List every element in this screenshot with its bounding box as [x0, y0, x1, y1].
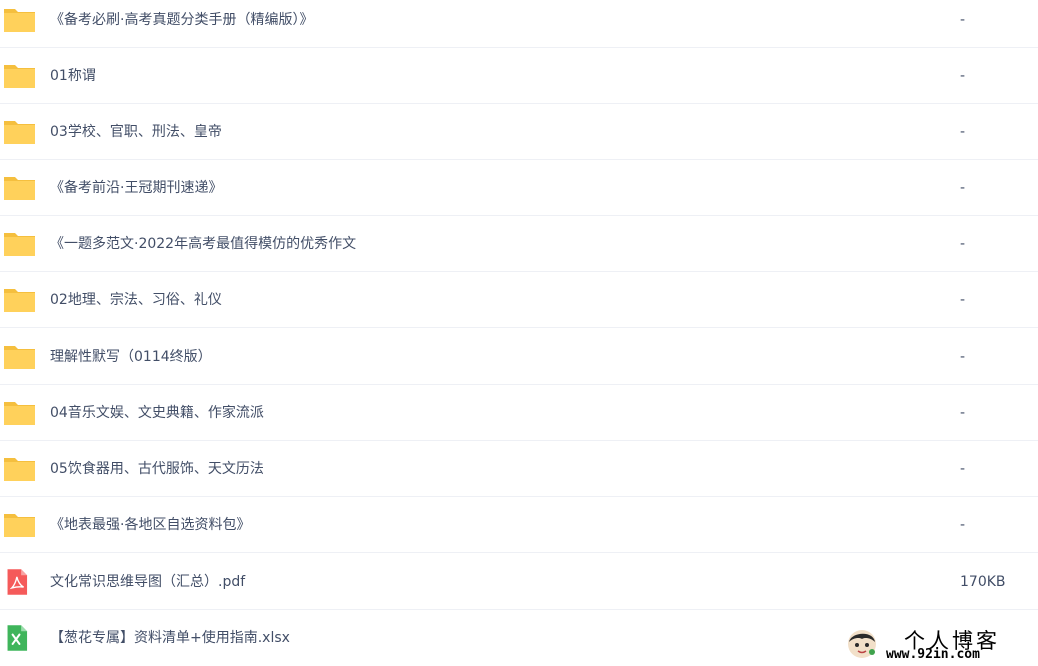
file-name[interactable]: 02地理、宗法、习俗、礼仪 — [50, 272, 222, 328]
folder-icon — [4, 346, 35, 369]
file-size: - — [960, 517, 966, 533]
folder-icon — [4, 121, 35, 144]
file-row[interactable]: 02地理、宗法、习俗、礼仪 - — [0, 272, 1038, 328]
file-size: - — [960, 292, 966, 308]
file-size: - — [960, 68, 966, 84]
file-name[interactable]: 《备考必刷·高考真题分类手册（精编版）》 — [50, 0, 313, 48]
folder-icon — [4, 514, 35, 537]
file-name[interactable]: 【葱花专属】资料清单+使用指南.xlsx — [50, 610, 290, 666]
avatar-icon — [848, 630, 876, 658]
file-size: - — [960, 180, 966, 196]
file-name[interactable]: 《地表最强·各地区自选资料包》 — [50, 497, 250, 553]
file-size: - — [960, 124, 966, 140]
file-name[interactable]: 03学校、官职、刑法、皇帝 — [50, 104, 222, 160]
file-size: - — [960, 349, 966, 365]
file-row[interactable]: 03学校、官职、刑法、皇帝 - — [0, 104, 1038, 160]
file-name[interactable]: 理解性默写（0114终版） — [50, 329, 212, 385]
excel-icon — [7, 625, 28, 651]
file-size: - — [960, 12, 966, 28]
file-size: - — [960, 236, 966, 252]
file-row[interactable]: 《一题多范文·2022年高考最值得模仿的优秀作文 - — [0, 216, 1038, 272]
file-name[interactable]: 《一题多范文·2022年高考最值得模仿的优秀作文 — [50, 216, 356, 272]
file-name[interactable]: 《备考前沿·王冠期刊速递》 — [50, 160, 222, 216]
file-size: - — [960, 461, 966, 477]
file-row[interactable]: 《备考必刷·高考真题分类手册（精编版）》 - — [0, 0, 1038, 48]
folder-icon — [4, 233, 35, 256]
folder-icon — [4, 9, 35, 32]
folder-icon — [4, 177, 35, 200]
file-row[interactable]: 01称谓 - — [0, 48, 1038, 104]
folder-icon — [4, 65, 35, 88]
folder-icon — [4, 289, 35, 312]
file-name[interactable]: 文化常识思维导图（汇总）.pdf — [50, 554, 245, 610]
file-row[interactable]: 《备考前沿·王冠期刊速递》 - — [0, 160, 1038, 216]
file-name[interactable]: 01称谓 — [50, 48, 96, 104]
file-list: 《备考必刷·高考真题分类手册（精编版）》 - 01称谓 - 03学校、官职、刑法… — [0, 0, 1038, 666]
file-size: 170KB — [960, 574, 1006, 590]
file-size: - — [960, 405, 966, 421]
file-row[interactable]: 《地表最强·各地区自选资料包》 - — [0, 497, 1038, 553]
file-name[interactable]: 05饮食器用、古代服饰、天文历法 — [50, 441, 264, 497]
watermark: 个人博客 www.92in.com — [842, 624, 1038, 666]
watermark-url: www.92in.com — [886, 647, 980, 662]
file-row[interactable]: 04音乐文娱、文史典籍、作家流派 - — [0, 385, 1038, 441]
pdf-icon — [7, 569, 28, 595]
file-row[interactable]: 文化常识思维导图（汇总）.pdf 170KB — [0, 554, 1038, 610]
folder-icon — [4, 458, 35, 481]
file-row[interactable]: 05饮食器用、古代服饰、天文历法 - — [0, 441, 1038, 497]
file-name[interactable]: 04音乐文娱、文史典籍、作家流派 — [50, 385, 264, 441]
file-row[interactable]: 理解性默写（0114终版） - — [0, 329, 1038, 385]
folder-icon — [4, 402, 35, 425]
